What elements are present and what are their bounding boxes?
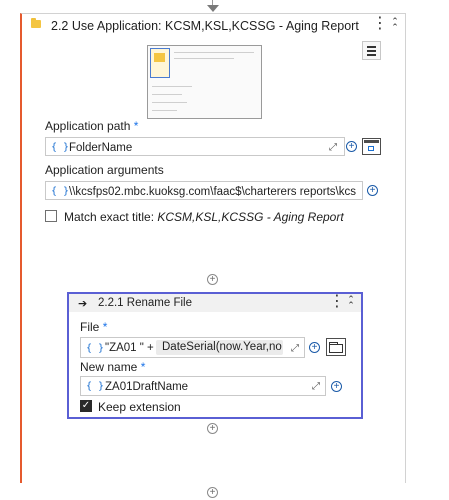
application-arguments-value: \\kcsfps02.mbc.kuoksg.com\faac$\chartere… — [69, 186, 359, 198]
file-value-token: DateSerial(now.Year,no... — [156, 340, 283, 355]
add-activity-plus-icon[interactable]: + — [207, 274, 218, 285]
activity-title: Use Application: KCSM,KSL,KCSSG - Aging … — [71, 19, 359, 33]
folder-icon — [31, 18, 41, 28]
browse-file-folder-icon[interactable] — [326, 338, 346, 356]
flow-arrow-down-icon — [207, 5, 219, 12]
expand-editor-icon[interactable]: ⤢ — [291, 343, 299, 354]
add-argument-plus-icon[interactable]: + — [367, 185, 378, 196]
match-exact-title-value: KCSM,KSL,KCSSG - Aging Report — [157, 210, 344, 224]
application-path-value: FolderName — [69, 142, 133, 154]
activity-number: 2.2.1 — [98, 297, 124, 309]
new-name-label: New name * — [80, 360, 146, 374]
menu-hamburger-icon[interactable] — [362, 41, 381, 60]
thumbnail-folder-icon — [154, 53, 165, 62]
file-value-part1: "ZA01 " + — [105, 342, 154, 354]
add-activity-plus-icon[interactable]: + — [207, 487, 218, 498]
expression-braces-icon: { } — [86, 381, 105, 392]
match-exact-title-checkbox[interactable] — [45, 210, 57, 222]
application-screenshot-thumbnail[interactable] — [147, 45, 262, 119]
application-arguments-input[interactable]: { } \\kcsfps02.mbc.kuoksg.com\faac$\char… — [45, 181, 363, 200]
application-path-label: Application path * — [45, 119, 139, 133]
file-label: File * — [80, 320, 108, 334]
new-name-input[interactable]: { } ZA01DraftName ⤢ — [80, 376, 326, 396]
add-variable-plus-icon[interactable]: + — [346, 141, 357, 152]
new-name-value: ZA01DraftName — [105, 381, 189, 393]
keep-extension-label: Keep extension — [98, 400, 181, 414]
collapse-chevron-icon[interactable]: ⌃ ⌃ — [389, 17, 401, 32]
file-input[interactable]: { } "ZA01 " + DateSerial(now.Year,no... … — [80, 337, 305, 358]
activity-menu-kebab-icon[interactable]: ⋮ — [372, 16, 388, 32]
application-path-input[interactable]: { } FolderName ⤢ — [45, 137, 345, 156]
application-arguments-label: Application arguments — [45, 163, 164, 177]
keep-extension-checkbox[interactable]: ✓ — [80, 400, 92, 412]
collapse-chevron-icon[interactable]: ⌃ ⌃ — [345, 295, 357, 310]
expression-braces-icon: { } — [51, 142, 70, 153]
match-exact-title-label: Match exact title: KCSM,KSL,KCSSG - Agin… — [64, 210, 344, 224]
rename-file-title[interactable]: 2.2.1 Rename File — [98, 297, 192, 309]
expression-braces-icon: { } — [86, 343, 105, 354]
add-variable-plus-icon[interactable]: + — [309, 342, 320, 353]
add-activity-plus-icon[interactable]: + — [207, 423, 218, 434]
expand-editor-icon[interactable]: ⤢ — [329, 142, 337, 153]
use-application-title[interactable]: 2.2 Use Application: KCSM,KSL,KCSSG - Ag… — [51, 19, 359, 33]
expand-editor-icon[interactable]: ⤢ — [312, 381, 320, 392]
add-variable-plus-icon[interactable]: + — [331, 381, 342, 392]
rename-arrow-icon: ➔ — [78, 298, 88, 310]
activity-number: 2.2 — [51, 19, 69, 33]
expression-braces-icon: { } — [51, 186, 70, 197]
activity-title: Rename File — [126, 297, 192, 309]
activity-menu-kebab-icon[interactable]: ⋮ — [329, 294, 345, 310]
browse-application-icon[interactable] — [362, 138, 381, 155]
